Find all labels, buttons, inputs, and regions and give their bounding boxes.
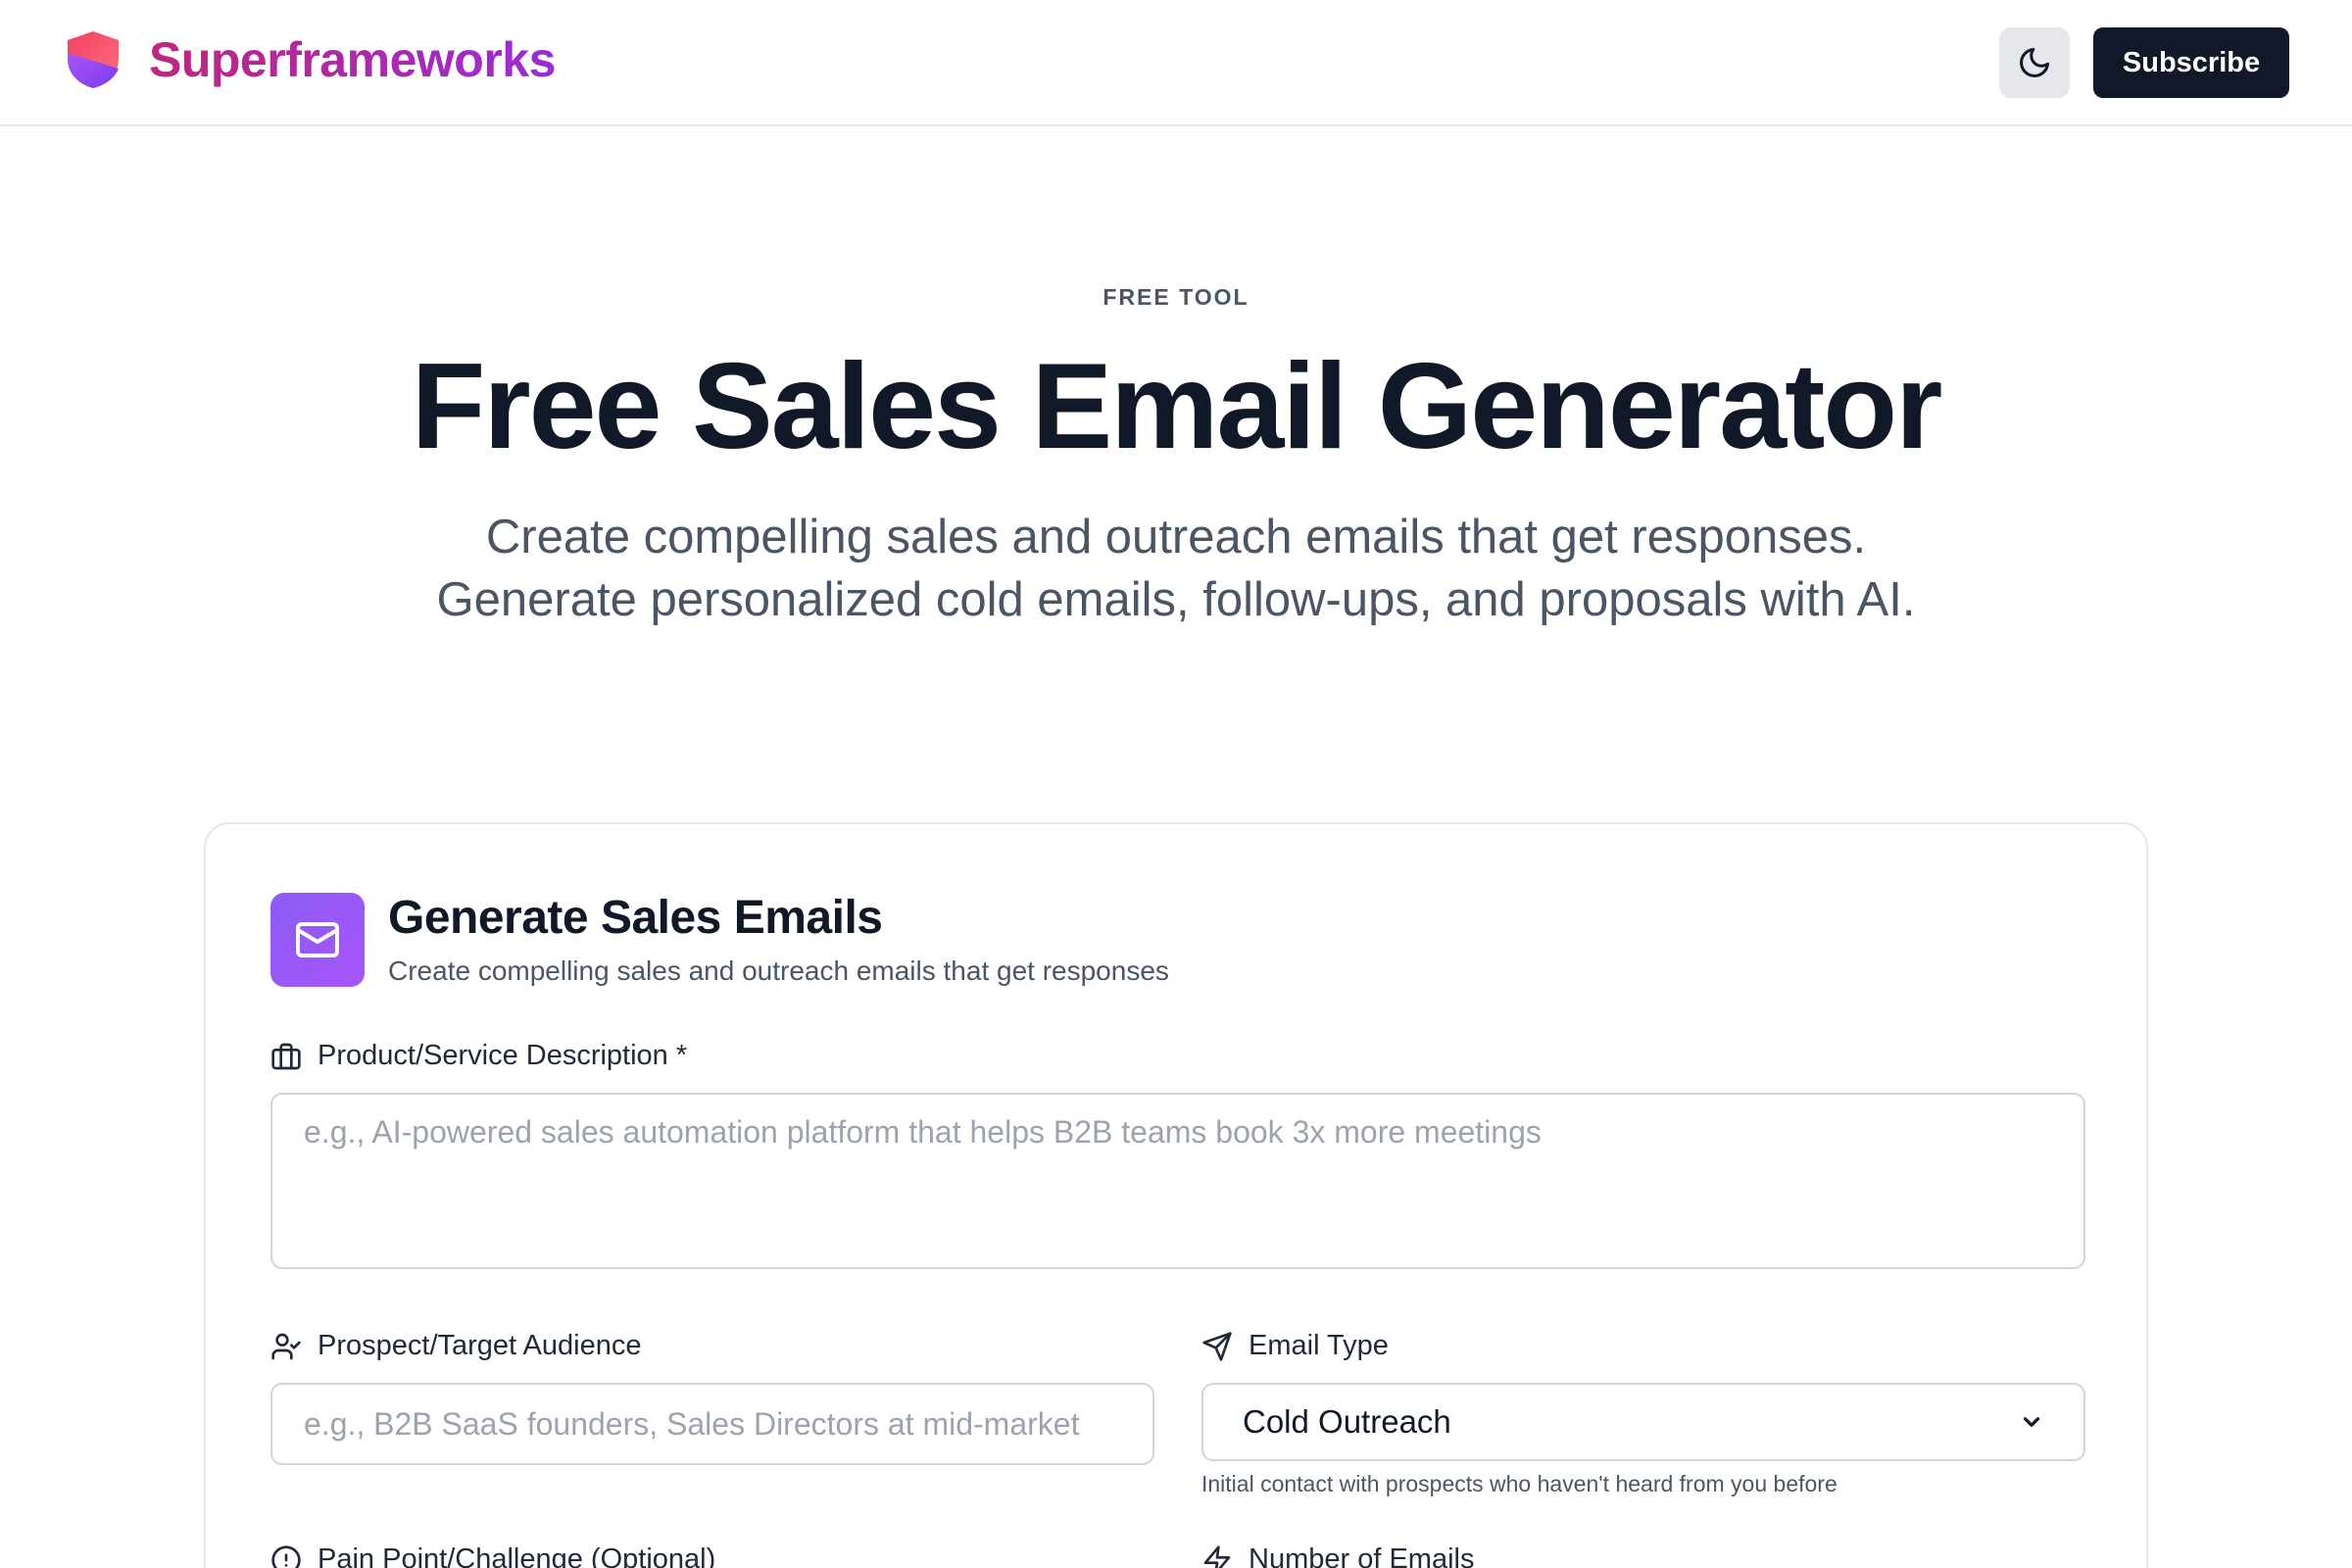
generator-card: Generate Sales Emails Create compelling …	[204, 822, 2148, 1568]
pain-point-label-text: Pain Point/Challenge (Optional)	[318, 1544, 716, 1568]
card-subtitle: Create compelling sales and outreach ema…	[388, 956, 1169, 986]
email-type-label-text: Email Type	[1249, 1330, 1389, 1361]
prospect-input[interactable]	[270, 1383, 1154, 1465]
pain-point-label: Pain Point/Challenge (Optional)	[270, 1544, 715, 1568]
card-icon-badge	[270, 893, 365, 987]
product-label-text: Product/Service Description *	[318, 1040, 688, 1071]
prospect-label-text: Prospect/Target Audience	[318, 1330, 642, 1361]
num-emails-label: Number of Emails	[1201, 1544, 1474, 1568]
brand-name: Superframeworks	[149, 32, 556, 87]
alert-circle-icon	[271, 1544, 301, 1568]
shield-icon	[68, 31, 119, 88]
brand-link[interactable]: Superframeworks	[65, 29, 556, 90]
email-type-selected-value: Cold Outreach	[1243, 1403, 1451, 1440]
subscribe-button[interactable]: Subscribe	[2093, 27, 2289, 98]
chevron-down-icon	[2023, 1417, 2040, 1427]
moon-icon	[2020, 48, 2049, 77]
hero-subtitle: Create compelling sales and outreach ema…	[436, 511, 1916, 626]
prospect-label: Prospect/Target Audience	[270, 1330, 641, 1362]
mail-icon	[296, 922, 339, 957]
card-title: Generate Sales Emails	[388, 892, 883, 944]
user-check-icon	[271, 1333, 301, 1359]
product-label: Product/Service Description *	[270, 1040, 687, 1072]
zap-icon	[1203, 1544, 1231, 1568]
product-description-textarea[interactable]	[270, 1093, 2085, 1269]
page-title: Free Sales Email Generator	[411, 339, 1943, 474]
hero-eyebrow: FREE TOOL	[1102, 284, 1250, 310]
num-emails-label-text: Number of Emails	[1249, 1544, 1475, 1568]
email-type-label: Email Type	[1201, 1330, 1389, 1362]
email-type-hint: Initial contact with prospects who haven…	[1201, 1471, 1838, 1496]
send-icon	[1202, 1331, 1232, 1361]
briefcase-icon	[271, 1043, 301, 1069]
theme-toggle-button[interactable]	[1999, 27, 2070, 98]
top-navbar: Superframeworks Subscribe	[0, 0, 2352, 126]
email-type-select[interactable]: Cold Outreach	[1201, 1383, 2085, 1461]
